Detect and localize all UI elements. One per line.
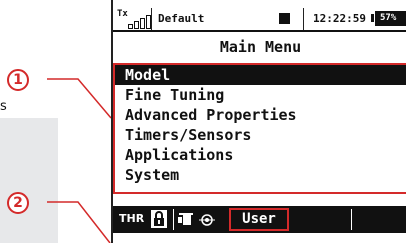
menu-item-system[interactable]: System (113, 165, 406, 185)
status-bar: Tx Default 12:22:59 57% (113, 8, 406, 30)
lock-icon[interactable] (151, 210, 167, 228)
menu-item-model[interactable]: Model (113, 65, 406, 85)
transmitter-screen: Tx Default 12:22:59 57% Main Menu Model … (111, 0, 406, 243)
side-text-fragment: s (0, 99, 7, 114)
menu-item-timers-sensors[interactable]: Timers/Sensors (113, 125, 406, 145)
tx-label: Tx (117, 9, 128, 19)
battery-icon: 57% (375, 11, 406, 26)
thr-label: THR (119, 212, 145, 225)
status-square-icon (279, 13, 290, 24)
model-name[interactable]: Default (158, 12, 204, 25)
battery-tip (371, 14, 374, 22)
trainer-icon[interactable] (177, 210, 223, 230)
callout-1: 1 (7, 69, 29, 91)
menu-item-fine-tuning[interactable]: Fine Tuning (113, 85, 406, 105)
signal-bars-icon (128, 15, 151, 29)
status-divider (113, 30, 406, 32)
menu-title: Main Menu (219, 38, 302, 56)
menu-item-advanced-properties[interactable]: Advanced Properties (113, 105, 406, 125)
callout-2: 2 (7, 192, 29, 214)
battery-percent: 57% (380, 13, 397, 23)
page-background-stripe (0, 118, 58, 243)
clock: 12:22:59 (313, 12, 366, 25)
user-softkey[interactable]: User (229, 208, 289, 231)
bottom-bar: THR User (113, 206, 406, 233)
menu-item-applications[interactable]: Applications (113, 145, 406, 165)
main-menu-list: Model Fine Tuning Advanced Properties Ti… (113, 65, 406, 185)
